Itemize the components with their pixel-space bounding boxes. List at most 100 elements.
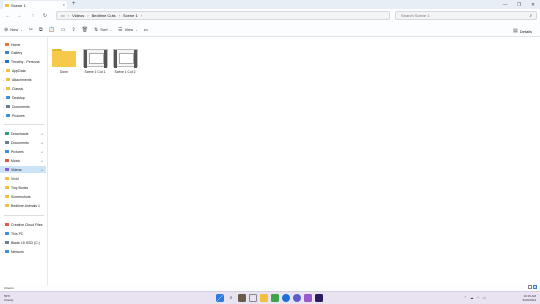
sidebar-item-tiny-books[interactable]: Tiny Books bbox=[0, 184, 46, 191]
gallery-icon bbox=[5, 51, 9, 54]
sidebar-item-label: Downloads bbox=[11, 131, 29, 136]
wifi-icon[interactable]: ◠ bbox=[476, 296, 479, 300]
refresh-button[interactable]: ↻ bbox=[41, 12, 49, 20]
home-icon bbox=[5, 43, 9, 46]
volume-icon[interactable]: ◁ bbox=[483, 296, 486, 300]
pin-icon: ⊿ bbox=[40, 140, 43, 145]
sidebar-item-appdata[interactable]: › AppData bbox=[0, 67, 46, 74]
sidebar-item-this-pc[interactable]: › This PC bbox=[0, 230, 46, 237]
forward-button[interactable]: → bbox=[15, 12, 23, 20]
sidebar-item-videos[interactable]: Videos ⊿ bbox=[0, 166, 46, 173]
sidebar-item-documents[interactable]: Documents ⊿ bbox=[0, 139, 46, 146]
sidebar-item-gallery[interactable]: Gallery bbox=[0, 49, 46, 56]
folder-icon bbox=[5, 141, 9, 144]
sidebar-item-bedtime-animals-1[interactable]: Bedtime Animals 1 bbox=[0, 202, 46, 209]
search-icon[interactable]: ⌕ bbox=[227, 294, 235, 302]
folder-item-done[interactable]: Done bbox=[49, 47, 79, 77]
navigation-pane: Home Gallery ⌄ Timothy - Persona › AppDat… bbox=[0, 37, 48, 285]
cut-icon[interactable]: ✂ bbox=[29, 27, 33, 33]
breadcrumb-separator: › bbox=[118, 13, 120, 18]
file-explorer-icon[interactable] bbox=[260, 294, 268, 302]
sort-button[interactable]: ⇅ Sort ⌄ bbox=[94, 27, 112, 33]
copy-icon[interactable]: ⧉ bbox=[39, 27, 43, 33]
pin-icon: ⊿ bbox=[40, 149, 43, 154]
sort-label: Sort bbox=[100, 27, 108, 32]
folder-icon bbox=[6, 78, 10, 81]
video-item-scene-1-cut-2[interactable]: Scene 1 Cut 2 bbox=[110, 47, 140, 77]
task-view-icon[interactable] bbox=[238, 294, 246, 302]
minimize-button[interactable]: — bbox=[498, 0, 512, 9]
share-icon[interactable]: ⇪ bbox=[71, 27, 75, 33]
sidebar-item-vivid[interactable]: Vivid bbox=[0, 175, 46, 182]
more-options-button[interactable]: ••• bbox=[144, 27, 148, 32]
tab-scene-1[interactable]: Scene 1 × bbox=[3, 1, 67, 9]
tab-close-icon[interactable]: × bbox=[63, 2, 65, 7]
new-button[interactable]: ⊕ New ⌄ bbox=[4, 27, 23, 33]
sidebar-item-network[interactable]: › Network bbox=[0, 248, 46, 255]
sidebar-item-attachments[interactable]: › Attachments bbox=[0, 76, 46, 83]
breadcrumb-videos[interactable]: Videos bbox=[72, 13, 84, 18]
back-button[interactable]: ← bbox=[4, 12, 12, 20]
details-view-icon[interactable] bbox=[528, 285, 532, 289]
edge-icon[interactable] bbox=[282, 294, 290, 302]
sidebar-item-desktop[interactable]: › Desktop bbox=[0, 94, 46, 101]
start-icon[interactable] bbox=[216, 294, 224, 302]
sidebar-item-label: Blade 15 SSD (C:) bbox=[11, 240, 40, 245]
item-label: Scene 1 Cut 2 bbox=[114, 70, 136, 74]
sidebar-item-pictures[interactable]: › Pictures bbox=[0, 112, 46, 119]
sidebar-item-label: Vivid bbox=[11, 176, 19, 181]
taskbar: 59°F Cloudy ⌕ ⌃ ☁ ◠ ◁ 10:15 AM 6/20/2024 bbox=[0, 291, 540, 304]
item-label: Done bbox=[60, 70, 68, 74]
sidebar-item-label: Music bbox=[11, 158, 21, 163]
sidebar-item-label: Screenshots bbox=[11, 194, 31, 199]
sidebar-item-home[interactable]: Home bbox=[0, 41, 46, 48]
folder-icon bbox=[52, 49, 76, 67]
chevron-up-icon[interactable]: ⌃ bbox=[464, 296, 467, 300]
sidebar-item-pictures[interactable]: Pictures ⊿ bbox=[0, 148, 46, 155]
sidebar-item-creative-cloud-files[interactable]: › Creative Cloud Files bbox=[0, 221, 46, 228]
clock[interactable]: 10:15 AM 6/20/2024 bbox=[523, 294, 536, 302]
video-item-scene-1-cut-1[interactable]: Scene 1 Cut 1 bbox=[80, 47, 110, 77]
sidebar-item-label: Desktop bbox=[12, 95, 25, 100]
sidebar-item-screenshots[interactable]: Screenshots bbox=[0, 193, 46, 200]
close-button[interactable]: ✕ bbox=[526, 0, 540, 9]
paste-icon[interactable]: 📋 bbox=[49, 27, 55, 33]
cloud-icon bbox=[5, 60, 9, 63]
rename-icon[interactable]: ▭ bbox=[61, 27, 66, 33]
sidebar-item-label: Attachments bbox=[12, 77, 32, 82]
view-icon: ☰ bbox=[118, 26, 123, 33]
weather-widget[interactable]: 59°F Cloudy bbox=[4, 294, 13, 302]
view-button[interactable]: ☰ View ⌄ bbox=[118, 27, 138, 33]
details-button[interactable]: ▤ Details bbox=[513, 28, 532, 34]
search-input[interactable]: Search Scene 1 ⌕ bbox=[395, 11, 537, 20]
breadcrumb-bedtime-cuts[interactable]: Bedtime Cuts bbox=[92, 13, 116, 18]
title-bar: Scene 1 × + — ❐ ✕ bbox=[0, 0, 540, 9]
new-label: New bbox=[10, 27, 19, 32]
widgets-icon[interactable] bbox=[249, 294, 257, 302]
folder-icon bbox=[5, 186, 9, 189]
new-tab-button[interactable]: + bbox=[72, 1, 76, 7]
excel-icon[interactable] bbox=[271, 294, 279, 302]
sidebar-item-onedrive[interactable]: ⌄ Timothy - Persona bbox=[0, 58, 46, 65]
pin-icon: ⊿ bbox=[40, 131, 43, 136]
sidebar-item-downloads[interactable]: Downloads ⊿ bbox=[0, 130, 46, 137]
folder-icon bbox=[6, 87, 10, 90]
tiles-view-icon[interactable] bbox=[533, 285, 537, 289]
breadcrumb-scene-1[interactable]: Scene 1 bbox=[123, 13, 138, 18]
teams-icon[interactable] bbox=[293, 294, 301, 302]
item-count: 3 items bbox=[4, 286, 14, 290]
sidebar-item-label: Home bbox=[11, 42, 21, 47]
sidebar-item-classic[interactable]: › Classic bbox=[0, 85, 46, 92]
up-button[interactable]: ↑ bbox=[29, 12, 37, 20]
premiere-icon[interactable] bbox=[315, 294, 323, 302]
sidebar-item-label: Bedtime Animals 1 bbox=[11, 203, 40, 208]
app-icon[interactable] bbox=[304, 294, 312, 302]
onedrive-tray-icon[interactable]: ☁ bbox=[470, 296, 474, 300]
delete-icon[interactable]: 🗑 bbox=[82, 27, 88, 33]
breadcrumb[interactable]: ▭ › Videos › Bedtime Cuts › Scene 1 › bbox=[56, 11, 390, 20]
file-list: Done Scene 1 Cut 1 Scene 1 Cut 2 bbox=[48, 37, 540, 285]
sidebar-item-documents[interactable]: › Documents bbox=[0, 103, 46, 110]
sidebar-item-blade-15-ssd-c[interactable]: › Blade 15 SSD (C:) bbox=[0, 239, 46, 246]
maximize-button[interactable]: ❐ bbox=[512, 0, 526, 9]
sidebar-item-music[interactable]: Music ⊿ bbox=[0, 157, 46, 164]
